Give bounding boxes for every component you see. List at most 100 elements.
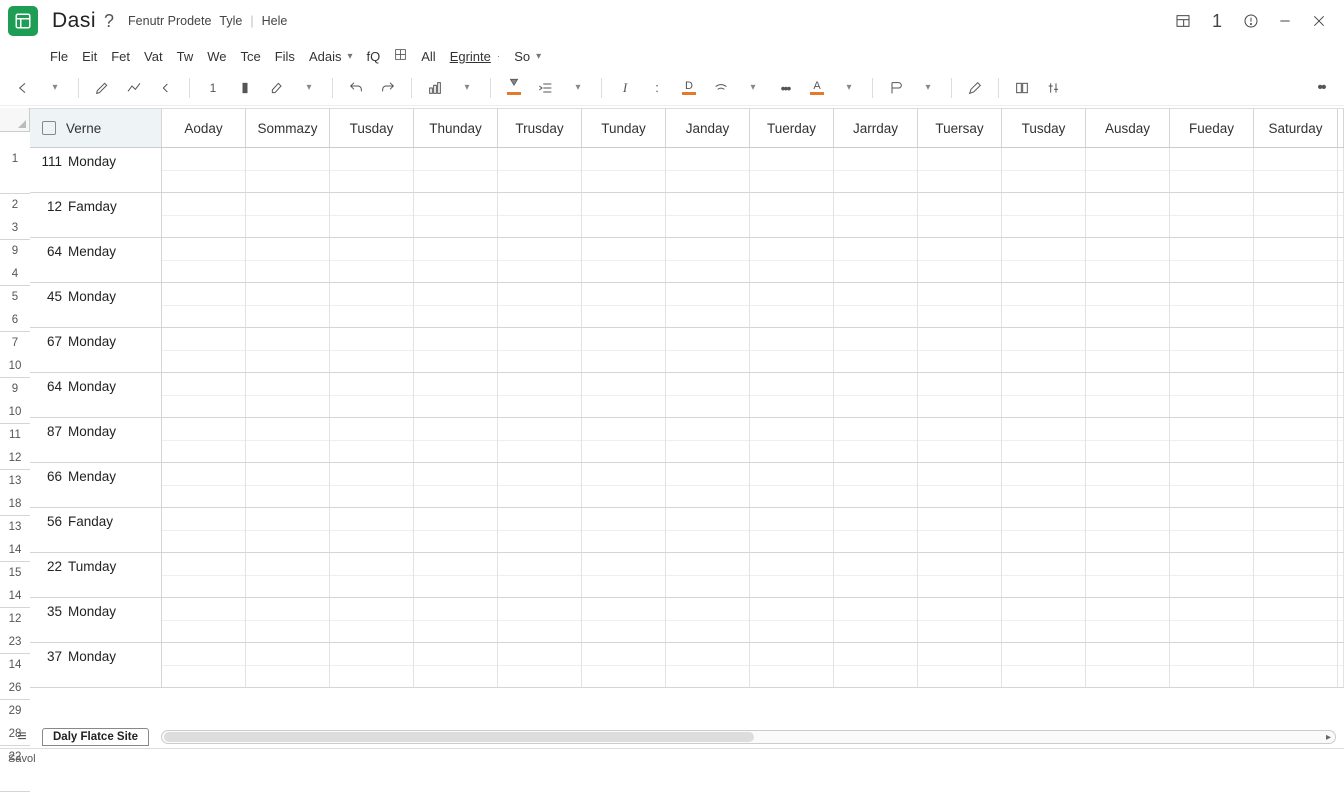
cell[interactable]	[1170, 643, 1254, 687]
cell[interactable]	[918, 328, 1002, 372]
row-header[interactable]: 7	[0, 332, 30, 355]
menu-item[interactable]: Tce	[240, 49, 260, 64]
cell[interactable]	[582, 283, 666, 327]
cell[interactable]	[582, 463, 666, 507]
row-header[interactable]: 12	[0, 447, 30, 470]
cell[interactable]	[750, 238, 834, 282]
cell[interactable]	[498, 508, 582, 552]
cell[interactable]	[414, 643, 498, 687]
cell[interactable]	[1002, 598, 1086, 642]
column-header[interactable]: Saturday	[1254, 109, 1338, 147]
row-header[interactable]: 5	[0, 286, 30, 309]
table-row[interactable]: 35Monday	[30, 598, 1344, 643]
table-row[interactable]: 67Monday	[30, 328, 1344, 373]
doc-info-icon[interactable]: ?	[104, 11, 114, 32]
cell[interactable]	[330, 283, 414, 327]
cell[interactable]	[666, 643, 750, 687]
cell[interactable]	[330, 643, 414, 687]
cell[interactable]	[330, 598, 414, 642]
cell[interactable]	[666, 238, 750, 282]
table-row[interactable]: 64Menday	[30, 238, 1344, 283]
cell[interactable]	[918, 598, 1002, 642]
column-header[interactable]: Thunday	[414, 109, 498, 147]
column-header[interactable]: Fueday	[1170, 109, 1254, 147]
cell[interactable]	[582, 193, 666, 237]
meta-link[interactable]: Tyle	[219, 14, 242, 28]
cell[interactable]	[1086, 598, 1170, 642]
row-header[interactable]: 9	[0, 378, 30, 401]
cell[interactable]	[246, 238, 330, 282]
header-cell-first[interactable]: Verne	[30, 109, 162, 147]
meta-link[interactable]: Fenutr Prodete	[128, 14, 211, 28]
cell[interactable]	[918, 238, 1002, 282]
cell[interactable]	[582, 238, 666, 282]
table-row[interactable]: 87Monday	[30, 418, 1344, 463]
cell[interactable]	[1086, 283, 1170, 327]
cell[interactable]	[1254, 643, 1338, 687]
cell[interactable]	[414, 283, 498, 327]
cell[interactable]	[918, 553, 1002, 597]
layout-icon[interactable]	[1166, 4, 1200, 38]
cell[interactable]	[330, 193, 414, 237]
cell[interactable]	[834, 508, 918, 552]
cell[interactable]	[1002, 643, 1086, 687]
cell[interactable]	[750, 598, 834, 642]
history-dropdown[interactable]: ▾	[44, 77, 66, 99]
cell[interactable]	[246, 283, 330, 327]
cell[interactable]	[918, 418, 1002, 462]
cell[interactable]	[330, 553, 414, 597]
cell[interactable]	[330, 463, 414, 507]
sheets-menu-icon[interactable]: ≡	[8, 728, 36, 746]
cell[interactable]	[582, 553, 666, 597]
cell[interactable]	[666, 598, 750, 642]
dropdown-icon[interactable]: ▾	[917, 77, 939, 99]
bold-icon[interactable]	[234, 77, 256, 99]
cell[interactable]	[162, 193, 246, 237]
highlight-icon[interactable]	[266, 77, 288, 99]
cell[interactable]	[162, 328, 246, 372]
row-header[interactable]: 23	[0, 631, 30, 654]
cell[interactable]	[666, 553, 750, 597]
cell[interactable]	[750, 193, 834, 237]
cell[interactable]	[498, 598, 582, 642]
row-header[interactable]	[0, 769, 30, 792]
cell[interactable]	[1254, 463, 1338, 507]
edit-icon[interactable]	[91, 77, 113, 99]
cell[interactable]	[246, 148, 330, 192]
cell[interactable]	[750, 643, 834, 687]
cell[interactable]	[330, 418, 414, 462]
cell[interactable]	[246, 643, 330, 687]
cell[interactable]	[1086, 643, 1170, 687]
table-row[interactable]: 12Famday	[30, 193, 1344, 238]
menu-item[interactable]: All	[421, 49, 435, 64]
cell[interactable]	[330, 328, 414, 372]
row-header[interactable]: 4	[0, 263, 30, 286]
cell[interactable]	[918, 508, 1002, 552]
scrollbar-thumb[interactable]	[164, 732, 754, 742]
row-header[interactable]	[0, 171, 30, 194]
cell[interactable]	[1170, 463, 1254, 507]
cell[interactable]	[1170, 598, 1254, 642]
cell[interactable]	[162, 238, 246, 282]
table-row[interactable]: 22Tumday	[30, 553, 1344, 598]
column-header[interactable]: Aoday	[162, 109, 246, 147]
cell[interactable]	[666, 418, 750, 462]
cell[interactable]	[834, 373, 918, 417]
cell[interactable]	[918, 148, 1002, 192]
cell[interactable]	[414, 598, 498, 642]
dropdown-icon[interactable]: ▾	[742, 77, 764, 99]
cell[interactable]	[414, 418, 498, 462]
column-header[interactable]: Ausday	[1086, 109, 1170, 147]
cell[interactable]	[498, 463, 582, 507]
cell[interactable]	[582, 508, 666, 552]
cell[interactable]	[582, 373, 666, 417]
row-header[interactable]: 26	[0, 677, 30, 700]
dropdown-icon[interactable]: ▾	[838, 77, 860, 99]
cell[interactable]	[834, 463, 918, 507]
cell[interactable]	[1170, 238, 1254, 282]
cell[interactable]	[330, 508, 414, 552]
cell[interactable]	[1170, 418, 1254, 462]
row-header[interactable]: 6	[0, 309, 30, 332]
cell[interactable]	[330, 238, 414, 282]
column-header[interactable]: Tuerday	[750, 109, 834, 147]
